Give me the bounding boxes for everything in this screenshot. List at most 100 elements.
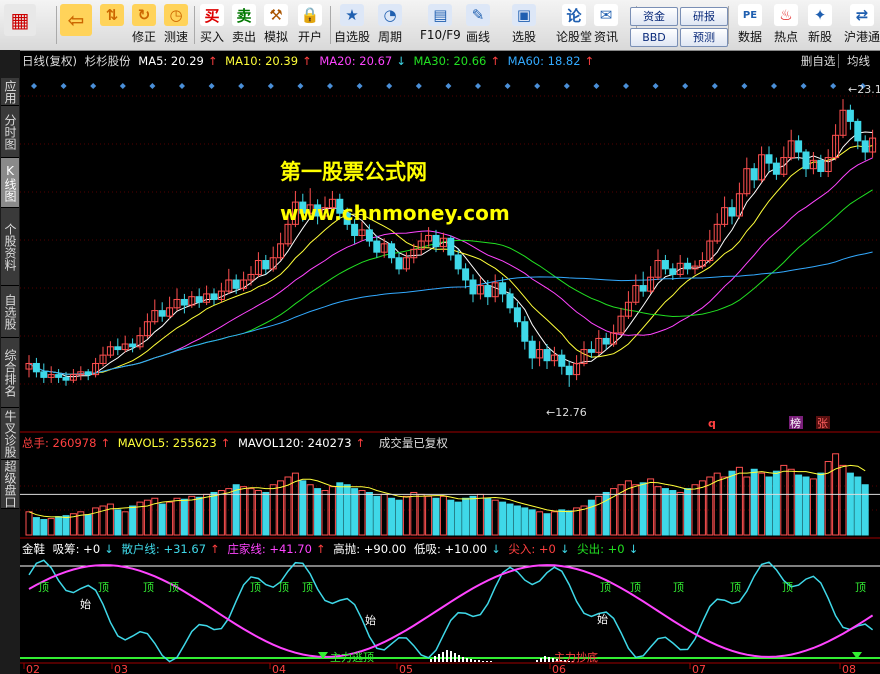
price-header: 日线(复权) 杉杉股份 MA5: 20.29 ↑ MA10: 20.39 ↑ MA2…: [22, 53, 598, 69]
volume-bar: [373, 495, 381, 536]
volume-bar: [550, 511, 558, 536]
bottom-signal-label: 始: [365, 613, 376, 627]
volume-bar: [469, 495, 477, 536]
buy-icon: 买: [200, 4, 224, 26]
side-tab-6[interactable]: 牛叉诊股: [1, 408, 19, 460]
q-marker: q: [708, 417, 716, 430]
toolbar-button-clock[interactable]: ◷ 测速: [164, 4, 188, 48]
top-signal-label: 顶: [38, 581, 49, 594]
top-signal-label: 顶: [630, 581, 641, 594]
volume-bar: [846, 472, 854, 536]
side-tab-5[interactable]: 综合排名: [1, 338, 19, 408]
volume-bar: [684, 488, 692, 536]
side-tab-0[interactable]: 应用: [1, 78, 19, 106]
toolbar-button-hot[interactable]: ♨ 热点: [774, 4, 798, 48]
toolbar-button-f10[interactable]: ▤ F10/F9: [420, 4, 461, 48]
toolbar-button-label: 开户: [298, 30, 323, 44]
candle-body: [528, 340, 536, 359]
hammer-icon: ⚒: [264, 4, 288, 26]
candle-body: [802, 151, 810, 170]
side-tab-4[interactable]: 自选股: [1, 286, 19, 338]
signal-diamond-icon: [475, 83, 481, 89]
toolbar-separator: [194, 6, 195, 44]
top-signal-label: 顶: [98, 581, 109, 594]
volume-bar: [314, 488, 322, 536]
volume-bar: [365, 491, 373, 536]
volume-bar: [395, 499, 403, 536]
volume-bar: [454, 501, 462, 536]
refresh-icon: ↻: [132, 4, 156, 26]
volume-bar: [84, 514, 92, 536]
volume-bar: [861, 484, 869, 536]
signal-diamond-icon: [179, 83, 185, 89]
toolbar-button-hammer[interactable]: ⚒ 模拟: [264, 4, 288, 48]
volume-bar: [321, 490, 329, 536]
volume-bar: [299, 480, 307, 536]
period-label[interactable]: 日线(复权): [22, 54, 77, 68]
toolbar-button-lock[interactable]: 🔒 开户: [298, 4, 322, 48]
histogram-bar: [450, 651, 452, 662]
side-tab-7[interactable]: 超级盘口: [1, 460, 19, 509]
candle-body: [210, 293, 218, 300]
toolbar-button-refresh[interactable]: ↻ 修正: [132, 4, 156, 48]
toolbar-small-button[interactable]: 资金: [630, 7, 678, 26]
top-signal-label: 顶: [250, 581, 261, 594]
toolbar-button-star[interactable]: ★ 自选股: [334, 4, 370, 48]
toolbar-button-pe[interactable]: PE 数据: [738, 4, 762, 48]
kline-chart-svg[interactable]: ←23.1←12.76q 榜张顶顶顶顶顶顶顶顶顶顶顶顶顶始始 始主力逃顶 主力抄底02…: [20, 50, 880, 674]
toolbar-button-label: 论股堂: [556, 30, 593, 44]
volume-bar: [129, 505, 137, 536]
toolbar-button-monitor[interactable]: ▣ 选股: [512, 4, 536, 48]
indicator-name[interactable]: 金鞋: [22, 542, 45, 556]
side-tab-3[interactable]: 个股资料: [1, 208, 19, 286]
toolbar-button-ipo[interactable]: ✦ 新股: [808, 4, 832, 48]
remove-favorite-button[interactable]: 删自选: [800, 54, 840, 68]
candle-body: [232, 279, 240, 289]
top-signal-label: 顶: [143, 581, 154, 594]
toolbar-button-buy[interactable]: 买买入: [200, 4, 224, 48]
toolbar-button-windows[interactable]: ▦: [4, 4, 36, 48]
candle-body: [513, 307, 521, 323]
sell-icon: 卖: [232, 4, 256, 26]
toolbar-small-button[interactable]: 研报: [680, 7, 728, 26]
histogram-bar: [482, 661, 484, 662]
candle-body: [32, 362, 40, 373]
toolbar-button-sell[interactable]: 卖卖出: [232, 4, 256, 48]
low-price-label: ←12.76: [546, 406, 587, 419]
toolbar-button-period[interactable]: ◔ 周期: [378, 4, 402, 48]
toolbar-small-button[interactable]: 预测: [680, 28, 728, 47]
signal-diamond-icon: [149, 83, 156, 89]
pe-icon: PE: [738, 4, 762, 26]
side-tab-1[interactable]: 分时图: [1, 106, 19, 158]
volume-bar: [62, 515, 70, 536]
toolbar-button-label: 数据: [738, 30, 763, 44]
ma-line-button[interactable]: 均线: [847, 54, 870, 68]
toolbar-button-back-arrow[interactable]: ⇦: [60, 4, 92, 48]
sse-hkex-icon: ⇄: [850, 4, 874, 26]
kline-chart-area[interactable]: ←23.1 ←12.76 q 榜张顶顶顶顶顶顶顶顶顶顶顶顶顶始始始主力逃顶 主力抄底 02…: [20, 50, 880, 674]
candle-body: [506, 293, 514, 309]
signal-diamond-icon: [90, 83, 97, 89]
toolbar-button-news[interactable]: ✉ 资讯: [594, 4, 618, 48]
toolbar-button-lun[interactable]: 论论股堂: [556, 4, 592, 48]
volume-bar: [506, 503, 514, 536]
volume-bar: [55, 516, 63, 536]
volume-bar: [513, 505, 521, 536]
volume-bar: [47, 518, 55, 536]
side-tab-2[interactable]: K线图: [1, 158, 19, 208]
volume-bar: [269, 484, 277, 536]
volume-bar: [728, 470, 736, 536]
volume-bar: [432, 497, 440, 536]
toolbar-button-label: 资讯: [594, 30, 619, 44]
candle-body: [587, 349, 595, 353]
toolbar-button-pencil[interactable]: ✎ 画线: [466, 4, 490, 48]
toolbar-button-up-down-arrows[interactable]: ⇅: [100, 4, 124, 48]
signal-diamond-icon: [415, 83, 422, 89]
toolbar-button-sse-hkex[interactable]: ⇄ 沪港通: [844, 4, 880, 48]
volume-bar: [499, 501, 507, 536]
ma20-line: [28, 157, 873, 375]
toolbar-small-button[interactable]: BBD: [630, 28, 678, 47]
volume-bar: [25, 511, 33, 536]
watermark-title: 第一股票公式网: [280, 160, 427, 184]
volume-bar: [343, 484, 351, 536]
